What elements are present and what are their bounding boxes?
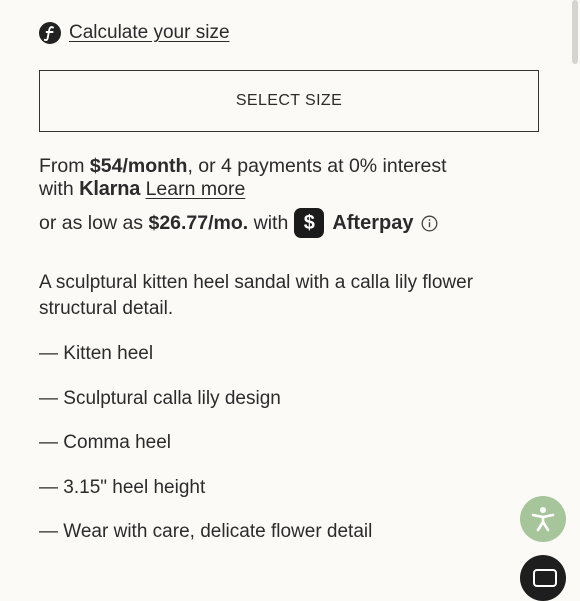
afterpay-price: $26.77/mo.: [148, 211, 249, 234]
klarna-logo: Klarna: [79, 178, 141, 200]
afterpay-logo-icon: $: [294, 208, 325, 238]
accessibility-button[interactable]: [520, 496, 566, 542]
afterpay-logo-text: Afterpay: [332, 211, 414, 234]
feature-item: — Kitten heel: [39, 343, 154, 364]
feature-item: — Sculptural calla lily design: [39, 387, 281, 409]
feature-item: — Wear with care, delicate flower detail: [39, 521, 373, 542]
calculate-size-link[interactable]: Calculate your size: [69, 22, 230, 44]
afterpay-prefix-text: or as low as: [39, 211, 149, 234]
info-icon[interactable]: [421, 215, 438, 232]
afterpay-payment-info: or as low as $26.77/mo. with $ Afterpay: [39, 206, 438, 240]
select-size-button[interactable]: SELECT SIZE: [39, 70, 539, 132]
klarna-payment-info: From $54/month, or 4 payments at 0% inte…: [39, 155, 539, 201]
feature-item: — Comma heel: [39, 432, 171, 453]
accessibility-icon: [531, 507, 555, 532]
scrollbar[interactable]: [572, 0, 578, 64]
chat-button[interactable]: [520, 555, 566, 601]
klarna-from-text: From: [39, 155, 90, 177]
feature-item: — 3.15" heel height: [39, 476, 206, 498]
klarna-with-text: with: [39, 178, 80, 200]
f-logo-icon: [39, 22, 61, 44]
afterpay-with-text: with: [248, 211, 289, 234]
klarna-learn-more-link[interactable]: Learn more: [146, 178, 246, 200]
chat-icon: [533, 569, 557, 587]
klarna-monthly-price: $54/month: [89, 155, 188, 177]
feature-list: — Kitten heel — Sculptural calla lily de…: [39, 341, 372, 564]
product-description: A sculptural kitten heel sandal with a c…: [39, 272, 474, 319]
klarna-installments-text: , or 4 payments at 0% interest: [187, 155, 447, 177]
calculate-size-row: Calculate your size: [39, 21, 230, 45]
